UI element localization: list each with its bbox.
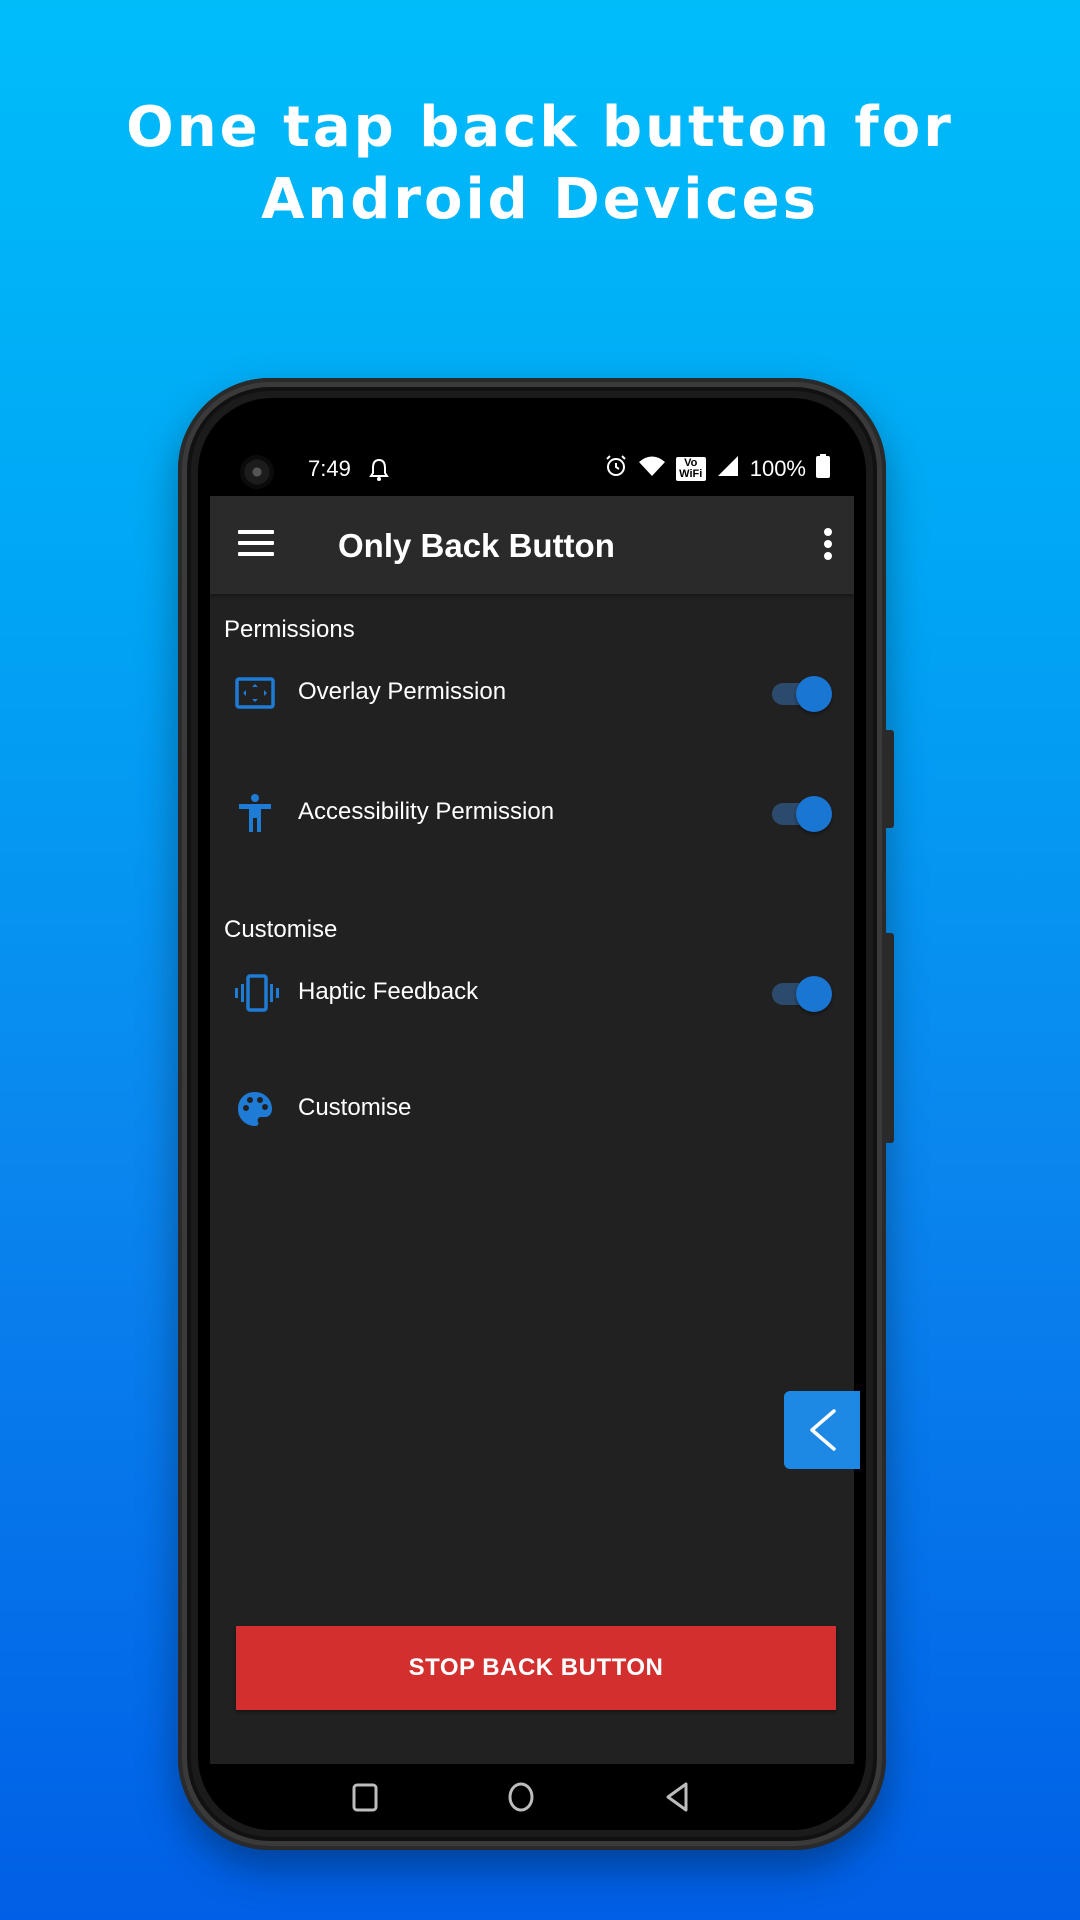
row-label: Overlay Permission — [298, 678, 507, 705]
chevron-left-icon — [810, 1409, 836, 1451]
home-icon[interactable] — [501, 1776, 541, 1816]
alarm-icon — [604, 454, 628, 483]
battery-icon — [816, 454, 830, 483]
haptic-feedback-toggle[interactable] — [772, 974, 832, 1012]
row-label: Haptic Feedback — [298, 978, 479, 1005]
phone-mockup: 7:49 Vo WiFi 100% Only Back Button Permi… — [178, 378, 894, 1850]
row-label: Accessibility Permission — [298, 798, 555, 825]
accessibility-icon — [234, 792, 276, 834]
headline-line-1: One tap back button for — [126, 95, 954, 160]
volume-button — [886, 730, 894, 828]
status-bar: 7:49 Vo WiFi 100% — [198, 398, 866, 496]
hamburger-menu-icon[interactable] — [238, 530, 274, 560]
status-time: 7:49 — [308, 456, 351, 481]
toggle-thumb — [796, 976, 832, 1012]
wifi-icon — [638, 454, 666, 483]
status-icons: Vo WiFi 100% — [604, 454, 830, 483]
back-icon[interactable] — [658, 1776, 698, 1816]
toggle-thumb — [796, 796, 832, 832]
bell-icon — [368, 458, 390, 487]
battery-percent: 100% — [749, 455, 806, 481]
floating-back-button[interactable] — [784, 1391, 860, 1469]
app-content: Only Back Button Permissions Overlay Per… — [210, 496, 860, 1764]
vibration-icon — [234, 972, 279, 1014]
more-vert-icon[interactable] — [822, 528, 834, 562]
section-title-permissions: Permissions — [224, 616, 355, 643]
accessibility-permission-toggle[interactable] — [772, 794, 832, 832]
palette-icon — [234, 1088, 276, 1130]
row-label: Customise — [298, 1094, 412, 1121]
row-haptic-feedback[interactable]: Haptic Feedback — [210, 944, 854, 1040]
row-overlay-permission[interactable]: Overlay Permission — [210, 644, 854, 740]
headline-line-2: Android Devices — [261, 167, 819, 232]
section-title-customise: Customise — [224, 916, 338, 943]
overlay-screen-icon — [234, 672, 276, 714]
phone-screen: 7:49 Vo WiFi 100% Only Back Button Permi… — [198, 398, 866, 1830]
app-bar: Only Back Button — [210, 496, 854, 594]
recents-icon[interactable] — [344, 1776, 384, 1816]
front-camera — [240, 455, 274, 489]
cellular-signal-icon — [716, 454, 740, 483]
row-accessibility-permission[interactable]: Accessibility Permission — [210, 764, 854, 860]
promo-headline: One tap back button for Android Devices — [0, 92, 1080, 236]
stop-back-button[interactable]: STOP BACK BUTTON — [236, 1626, 836, 1710]
system-nav-bar — [198, 1764, 866, 1830]
toggle-thumb — [796, 676, 832, 712]
power-button — [886, 933, 894, 1143]
app-title: Only Back Button — [338, 527, 615, 564]
row-customise[interactable]: Customise — [210, 1060, 854, 1156]
overlay-permission-toggle[interactable] — [772, 674, 832, 712]
vowifi-icon: Vo WiFi — [675, 456, 706, 481]
